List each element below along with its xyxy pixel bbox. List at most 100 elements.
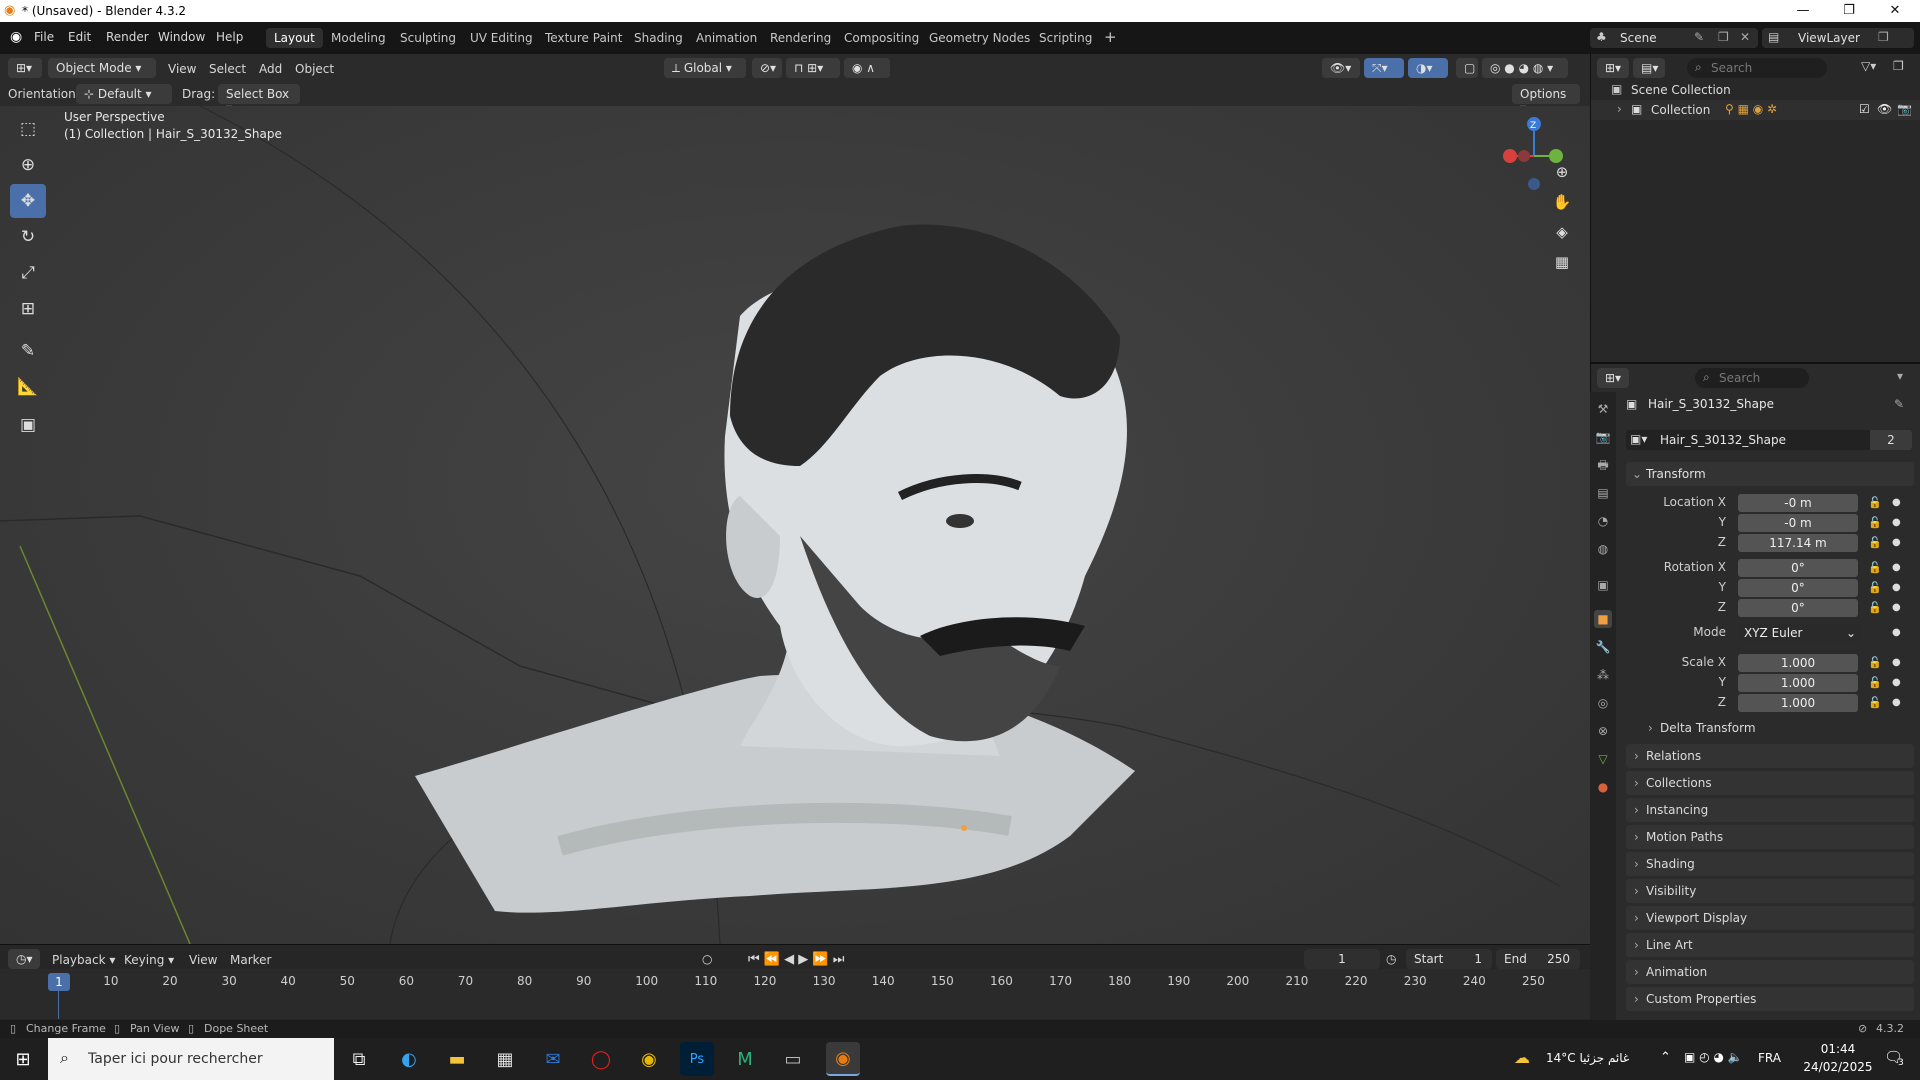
data-tab-icon[interactable]: ▽ — [1594, 750, 1612, 768]
collections-panel[interactable]: Collections — [1626, 771, 1914, 795]
tab-rendering[interactable]: Rendering — [762, 28, 839, 48]
new-viewlayer-icon[interactable]: ❐ — [1878, 30, 1889, 44]
clock-time[interactable]: 01:44 — [1806, 1042, 1870, 1056]
blender-menu-icon[interactable]: ◉ — [10, 29, 22, 45]
store-icon[interactable]: ▦ — [488, 1042, 522, 1076]
keyframe-dot-icon[interactable]: ● — [1892, 657, 1901, 668]
menu-view[interactable]: View — [168, 62, 196, 76]
new-collection-icon[interactable]: ❐ — [1893, 59, 1904, 73]
file-explorer-icon[interactable]: ▬ — [440, 1042, 474, 1076]
view-menu[interactable]: View — [189, 953, 217, 967]
tab-compositing[interactable]: Compositing — [836, 28, 927, 48]
tab-animation[interactable]: Animation — [688, 28, 765, 48]
pivot-icon[interactable]: ⊘▾ — [752, 58, 782, 78]
transform-panel-header[interactable]: ⌄ Transform — [1626, 462, 1914, 486]
app-window-icon[interactable]: ▭ — [776, 1042, 810, 1076]
scene-collection-label[interactable]: Scene Collection — [1631, 83, 1731, 97]
edge-icon[interactable]: ◐ — [392, 1042, 426, 1076]
pin-icon[interactable]: ✎ — [1694, 30, 1704, 44]
custom-properties-panel[interactable]: Custom Properties — [1626, 987, 1914, 1011]
windows-start-icon[interactable]: ⊞ — [6, 1042, 40, 1076]
add-cube-tool-icon[interactable]: ▣ — [10, 408, 46, 442]
blender-taskbar-icon[interactable]: ◉ — [826, 1042, 860, 1076]
display-mode-icon[interactable]: ▤▾ — [1633, 58, 1665, 78]
expand-chevron-icon[interactable]: › — [1617, 102, 1622, 116]
menu-window[interactable]: Window — [158, 30, 205, 44]
properties-search-input[interactable]: ⌕ Search — [1695, 368, 1809, 388]
animation-panel[interactable]: Animation — [1626, 960, 1914, 984]
relations-panel[interactable]: Relations — [1626, 744, 1914, 768]
xray-icon[interactable]: ▢ — [1456, 58, 1478, 78]
viewlayer-selector[interactable]: ▤ ViewLayer ❐ — [1762, 28, 1914, 48]
object-datablock-field[interactable]: ▣▾ Hair_S_30132_Shape 2 — [1626, 430, 1912, 450]
playback-menu[interactable]: Playback ▾ — [52, 953, 115, 967]
photoshop-icon[interactable]: Ps — [680, 1042, 714, 1076]
3d-viewport[interactable]: User Perspective (1) Collection | Hair_S… — [0, 106, 1590, 944]
add-workspace-icon[interactable]: + — [1096, 25, 1125, 46]
menu-file[interactable]: File — [34, 30, 54, 44]
keyframe-dot-icon[interactable]: ● — [1892, 697, 1901, 708]
outliner-search-input[interactable]: ⌕ Search — [1687, 58, 1827, 78]
restore-icon[interactable]: ❐ — [1826, 0, 1872, 22]
language-indicator[interactable]: FRA — [1758, 1051, 1781, 1065]
keyframe-dot-icon[interactable]: ● — [1892, 537, 1901, 548]
select-box-tool-icon[interactable]: ⬚ — [10, 112, 46, 146]
rotation-z-field[interactable]: 0° — [1738, 599, 1858, 617]
keyframe-dot-icon[interactable]: ● — [1892, 497, 1901, 508]
lock-icon[interactable]: 🔓 — [1868, 676, 1882, 689]
properties-options-icon[interactable]: ▾ — [1897, 369, 1903, 383]
modifier-tab-icon[interactable]: 🔧 — [1594, 638, 1612, 656]
camera-view-icon[interactable]: ◈ — [1548, 218, 1576, 246]
location-x-field[interactable]: -0 m — [1738, 494, 1858, 512]
playback-controls-icons[interactable]: ⏮ ⏪ ◀ ▶ ⏩ ⏭ — [748, 952, 844, 967]
lock-icon[interactable]: 🔓 — [1868, 601, 1882, 614]
end-frame-field[interactable]: End 250 — [1496, 949, 1580, 969]
orientation-dropdown[interactable]: ⊹ Default ▾ — [76, 84, 172, 104]
tab-texture-paint[interactable]: Texture Paint — [537, 28, 630, 48]
lock-icon[interactable]: 🔓 — [1868, 496, 1882, 509]
viewport-display-panel[interactable]: Viewport Display — [1626, 906, 1914, 930]
options-dropdown[interactable]: Options ▾ — [1512, 84, 1580, 115]
rotate-tool-icon[interactable]: ↻ — [10, 220, 46, 254]
new-scene-icon[interactable]: ❐ — [1718, 30, 1729, 44]
keying-menu[interactable]: Keying ▾ — [124, 953, 174, 967]
tab-sculpting[interactable]: Sculpting — [392, 28, 464, 48]
tab-geometry-nodes[interactable]: Geometry Nodes — [921, 28, 1038, 48]
lock-icon[interactable]: 🔓 — [1868, 656, 1882, 669]
shading-mode-icons[interactable]: ◎ ● ◕ ◍ ▾ — [1482, 58, 1568, 78]
current-frame-field[interactable]: 1 — [1304, 949, 1380, 969]
render-camera-icon[interactable]: 📷 — [1897, 102, 1912, 116]
tray-icons[interactable]: ▣ ◴ ◕ 🔈 — [1684, 1050, 1743, 1064]
pan-hand-icon[interactable]: ✋ — [1548, 188, 1576, 216]
transform-tool-icon[interactable]: ⊞ — [10, 292, 46, 326]
outliner-editor-type-icon[interactable]: ⊞▾ — [1597, 58, 1629, 78]
material-tab-icon[interactable]: ● — [1594, 778, 1612, 796]
marker-menu[interactable]: Marker — [230, 953, 271, 967]
pin-icon[interactable]: ✎ — [1894, 397, 1904, 411]
taskbar-search-input[interactable]: ⌕ Taper ici pour rechercher — [48, 1038, 334, 1080]
menu-add[interactable]: Add — [259, 62, 282, 76]
visibility-panel[interactable]: Visibility — [1626, 879, 1914, 903]
lock-icon[interactable]: 🔓 — [1868, 516, 1882, 529]
start-frame-field[interactable]: Start 1 — [1406, 949, 1492, 969]
keyframe-dot-icon[interactable]: ● — [1892, 602, 1901, 613]
proportional-edit-icon[interactable]: ◉ ∧ — [844, 58, 890, 78]
scale-z-field[interactable]: 1.000 — [1738, 694, 1858, 712]
weather-text[interactable]: 14°C غائم جزئيا — [1546, 1051, 1629, 1065]
rotation-mode-dropdown[interactable]: XYZ Euler ⌄ — [1738, 624, 1862, 642]
scale-x-field[interactable]: 1.000 — [1738, 654, 1858, 672]
users-count[interactable]: 2 — [1870, 430, 1912, 450]
menu-render[interactable]: Render — [106, 30, 149, 44]
shading-panel[interactable]: Shading — [1626, 852, 1914, 876]
snap-icon[interactable]: ⊓ ⊞▾ — [786, 58, 840, 78]
drag-dropdown[interactable]: Select Box ▾ — [218, 84, 300, 115]
perspective-toggle-icon[interactable]: ▦ — [1548, 248, 1576, 276]
scale-y-field[interactable]: 1.000 — [1738, 674, 1858, 692]
menu-edit[interactable]: Edit — [68, 30, 91, 44]
editor-type-icon[interactable]: ⊞▾ — [8, 58, 42, 78]
auto-keying-icon[interactable]: ○ — [702, 952, 712, 966]
lock-icon[interactable]: 🔓 — [1868, 696, 1882, 709]
playhead[interactable]: 1 — [48, 973, 70, 991]
remove-scene-icon[interactable]: ✕ — [1740, 30, 1750, 44]
keyframe-dot-icon[interactable]: ● — [1892, 627, 1901, 638]
